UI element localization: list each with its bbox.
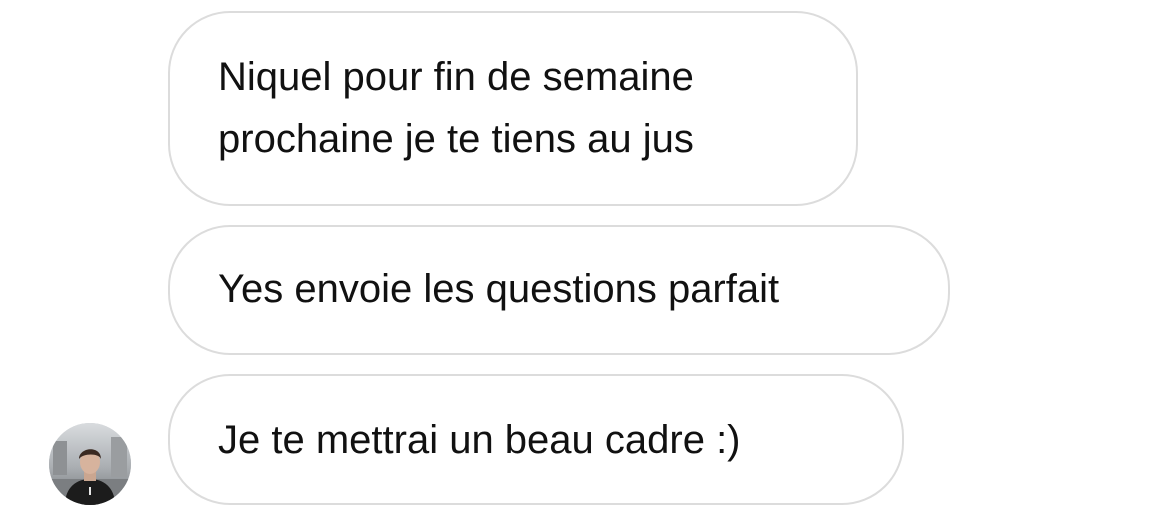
sender-avatar[interactable]: [49, 423, 131, 505]
message-text: Yes envoie les questions parfait: [218, 267, 780, 311]
message-text: Je te mettrai un beau cadre :): [218, 418, 741, 462]
message-bubble[interactable]: Niquel pour fin de semaine prochaine je …: [168, 11, 858, 206]
message-text-line: Niquel pour fin de semaine: [218, 55, 694, 99]
message-bubble[interactable]: Je te mettrai un beau cadre :): [168, 374, 904, 505]
user-photo-avatar-icon: [49, 423, 131, 505]
message-bubble[interactable]: Yes envoie les questions parfait: [168, 225, 950, 355]
message-text-line: prochaine je te tiens au jus: [218, 117, 694, 161]
message-thread: Niquel pour fin de semaine prochaine je …: [0, 0, 1170, 516]
